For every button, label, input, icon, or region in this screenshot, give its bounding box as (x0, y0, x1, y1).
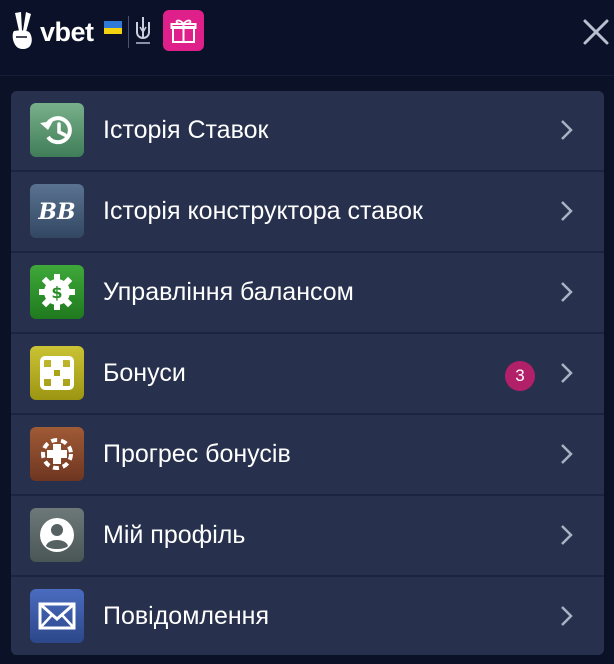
victory-hand-logo-icon[interactable] (8, 11, 36, 51)
menu-item-my-profile[interactable]: Мій профіль (11, 496, 604, 575)
chevron-right-icon (561, 120, 573, 140)
chevron-right-icon (561, 363, 573, 383)
menu-item-label: Повідомлення (103, 602, 270, 630)
history-icon (30, 103, 84, 157)
balance-gear-icon: $ (30, 265, 84, 319)
profile-icon (30, 508, 84, 562)
logo-divider (128, 16, 129, 48)
bonus-count-badge: 3 (505, 361, 535, 391)
menu-item-bet-history[interactable]: Історія Ставок (11, 91, 604, 170)
menu-item-bonuses[interactable]: Бонуси 3 (11, 334, 604, 413)
close-icon[interactable] (582, 18, 610, 46)
chevron-right-icon (561, 525, 573, 545)
account-menu: Історія Ставок BB Історія конструктора с… (11, 91, 604, 655)
menu-item-label: Управління балансом (103, 278, 354, 306)
bonus-progress-icon (30, 427, 84, 481)
menu-item-label: Мій профіль (103, 521, 246, 549)
chevron-right-icon (561, 282, 573, 302)
header: vbet (0, 0, 614, 76)
ukraine-flag-icon (104, 21, 122, 34)
menu-item-messages[interactable]: Повідомлення (11, 577, 604, 655)
chevron-right-icon (561, 201, 573, 221)
gift-icon (170, 19, 197, 43)
brand-logo-text[interactable]: vbet (40, 17, 94, 47)
menu-item-label: Бонуси (103, 359, 186, 387)
menu-item-label: Історія конструктора ставок (103, 197, 423, 225)
svg-text:BB: BB (37, 199, 75, 225)
menu-item-label: Історія Ставок (103, 116, 269, 144)
menu-item-bonus-progress[interactable]: Прогрес бонусів (11, 415, 604, 494)
svg-text:$: $ (51, 283, 62, 302)
bet-builder-icon: BB (30, 184, 84, 238)
trident-emblem-icon (136, 17, 150, 44)
chevron-right-icon (561, 444, 573, 464)
menu-item-balance-management[interactable]: $ Управління балансом (11, 253, 604, 332)
menu-item-bet-builder-history[interactable]: BB Історія конструктора ставок (11, 172, 604, 251)
messages-icon (30, 589, 84, 643)
bonus-icon (30, 346, 84, 400)
chevron-right-icon (561, 606, 573, 626)
menu-item-label: Прогрес бонусів (103, 440, 291, 468)
gift-button[interactable] (163, 10, 204, 51)
